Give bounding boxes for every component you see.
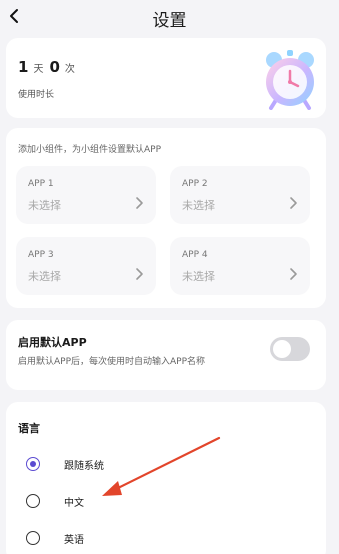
top-bar: 设置 bbox=[0, 0, 339, 36]
usage-label: 使用时长 bbox=[18, 90, 55, 100]
language-option-label: 跟随系统 bbox=[64, 461, 104, 472]
radio-unselected[interactable] bbox=[26, 531, 40, 545]
app-slot-value: 未选择 bbox=[28, 199, 61, 212]
widgets-hint: 添加小组件，为小组件设置默认APP bbox=[18, 145, 162, 155]
usage-stats: 1 天 0 次 bbox=[18, 58, 81, 76]
language-option-label: 英语 bbox=[64, 535, 84, 546]
alarm-clock-icon bbox=[266, 50, 314, 110]
app-slot-2[interactable]: APP 2 未选择 bbox=[170, 166, 310, 224]
chevron-right-icon bbox=[290, 268, 297, 280]
language-title: 语言 bbox=[18, 422, 40, 435]
default-app-description: 启用默认APP后，每次使用时自动输入APP名称 bbox=[18, 357, 206, 367]
app-slot-4[interactable]: APP 4 未选择 bbox=[170, 237, 310, 295]
default-app-title: 启用默认APP bbox=[18, 336, 87, 349]
toggle-knob bbox=[273, 340, 291, 358]
language-option-english[interactable]: 英语 bbox=[24, 526, 224, 550]
app-slot-value: 未选择 bbox=[182, 270, 215, 283]
language-option-chinese[interactable]: 中文 bbox=[24, 489, 224, 513]
usage-card: 1 天 0 次 使用时长 bbox=[6, 38, 326, 118]
usage-times-value: 0 bbox=[49, 58, 60, 76]
app-slot-name: APP 1 bbox=[28, 179, 54, 189]
settings-page: 设置 1 天 0 次 使用时长 添加小组件，为小组件设置默认APP APP 1 … bbox=[0, 0, 339, 554]
usage-times-unit: 次 bbox=[64, 64, 75, 75]
widgets-card: 添加小组件，为小组件设置默认APP APP 1 未选择 APP 2 未选择 AP… bbox=[6, 128, 326, 308]
usage-days-unit: 天 bbox=[33, 64, 44, 75]
app-slot-1[interactable]: APP 1 未选择 bbox=[16, 166, 156, 224]
chevron-right-icon bbox=[136, 268, 143, 280]
language-option-system[interactable]: 跟随系统 bbox=[24, 452, 224, 476]
language-card: 语言 跟随系统 中文 英语 bbox=[6, 402, 326, 554]
app-slot-3[interactable]: APP 3 未选择 bbox=[16, 237, 156, 295]
default-app-card: 启用默认APP 启用默认APP后，每次使用时自动输入APP名称 bbox=[6, 320, 326, 390]
app-slot-name: APP 4 bbox=[182, 250, 208, 260]
chevron-right-icon bbox=[290, 197, 297, 209]
language-option-label: 中文 bbox=[64, 498, 84, 509]
app-slot-name: APP 3 bbox=[28, 250, 54, 260]
app-slot-value: 未选择 bbox=[28, 270, 61, 283]
page-title: 设置 bbox=[152, 11, 187, 31]
app-slot-name: APP 2 bbox=[182, 179, 208, 189]
radio-unselected[interactable] bbox=[26, 494, 40, 508]
radio-selected[interactable] bbox=[26, 457, 40, 471]
app-slot-value: 未选择 bbox=[182, 199, 215, 212]
usage-days-value: 1 bbox=[18, 58, 29, 76]
chevron-right-icon bbox=[136, 197, 143, 209]
default-app-toggle[interactable] bbox=[270, 337, 310, 361]
